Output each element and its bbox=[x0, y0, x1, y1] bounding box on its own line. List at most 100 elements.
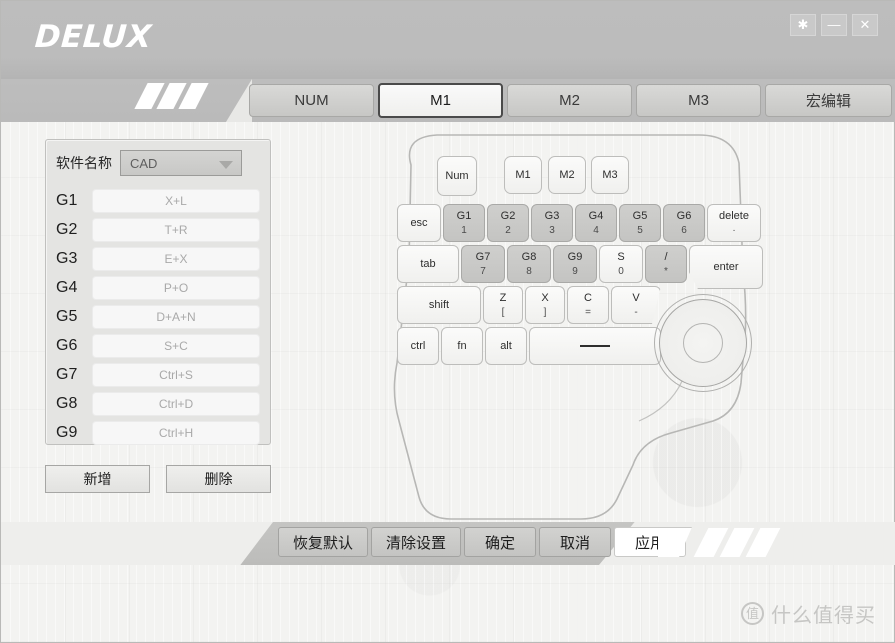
device-key-label: G4 bbox=[588, 209, 604, 222]
footer-wedge-left bbox=[1, 522, 273, 565]
cancel-button[interactable]: 取消 bbox=[539, 527, 612, 557]
device-key-sublabel: = bbox=[585, 306, 591, 318]
device-key-m2[interactable]: M2 bbox=[548, 156, 586, 194]
binding-key-g8: G8 bbox=[56, 395, 78, 412]
device-key-sublabel: [ bbox=[501, 306, 505, 318]
device-key-g3[interactable]: G3 3 bbox=[531, 204, 573, 242]
binding-row-g2: G2 T+R bbox=[56, 218, 260, 242]
device-key-label: G6 bbox=[676, 209, 692, 222]
restore-defaults-button[interactable]: 恢复默认 bbox=[278, 527, 369, 557]
device-key-sublabel: 1 bbox=[461, 224, 467, 236]
binding-key-g3: G3 bbox=[56, 250, 78, 267]
device-key-label: V bbox=[632, 291, 640, 304]
watermark: 值 什么值得买 bbox=[741, 599, 876, 628]
device-key-label: tab bbox=[420, 257, 436, 270]
binding-value-g1[interactable]: X+L bbox=[92, 189, 260, 213]
device-key-sublabel: - bbox=[634, 306, 638, 318]
device-key-label: esc bbox=[410, 216, 428, 229]
device-key-label: X bbox=[541, 291, 549, 304]
clear-settings-button[interactable]: 清除设置 bbox=[371, 527, 462, 557]
window-controls: ✱ — ✕ bbox=[790, 14, 878, 36]
device-key-g4[interactable]: G4 4 bbox=[575, 204, 617, 242]
device-key-delete[interactable]: delete · bbox=[707, 204, 761, 242]
software-select-row: 软件名称 CAD bbox=[56, 150, 242, 176]
device-key-label: G7 bbox=[475, 250, 491, 263]
device-key-m3[interactable]: M3 bbox=[591, 156, 629, 194]
delete-button[interactable]: 删除 bbox=[166, 465, 271, 493]
device-key-x[interactable]: X ] bbox=[525, 286, 565, 324]
device-key-enter[interactable]: enter bbox=[689, 245, 763, 289]
tab-macro-editor[interactable]: 宏编辑 bbox=[765, 84, 892, 117]
binding-value-g6[interactable]: S+C bbox=[92, 334, 260, 358]
device-key-label: G3 bbox=[544, 209, 560, 222]
device-key-label: enter bbox=[713, 261, 739, 273]
footer-button-group: 恢复默认 清除设置 确定 取消 应用 bbox=[278, 527, 687, 557]
binding-key-g6: G6 bbox=[56, 337, 78, 354]
device-key-slash[interactable]: / * bbox=[645, 245, 687, 283]
software-select[interactable]: CAD bbox=[120, 150, 242, 176]
device-key-alt[interactable]: alt bbox=[485, 327, 527, 365]
binding-value-g9[interactable]: Ctrl+H bbox=[92, 421, 260, 445]
device-key-g5[interactable]: G5 5 bbox=[619, 204, 661, 242]
device-key-g2[interactable]: G2 2 bbox=[487, 204, 529, 242]
device-key-g8[interactable]: G8 8 bbox=[507, 245, 551, 283]
tab-m3[interactable]: M3 bbox=[636, 84, 761, 117]
tab-m1[interactable]: M1 bbox=[378, 83, 503, 118]
binding-row-g4: G4 P+O bbox=[56, 276, 260, 300]
device-key-sublabel: 4 bbox=[593, 224, 599, 236]
binding-row-g9: G9 Ctrl+H bbox=[56, 421, 260, 445]
binding-value-g7[interactable]: Ctrl+S bbox=[92, 363, 260, 387]
device-key-label: delete bbox=[719, 209, 749, 222]
delux-logo: DELUX bbox=[33, 19, 153, 55]
device-key-z[interactable]: Z [ bbox=[483, 286, 523, 324]
device-key-sublabel: ] bbox=[543, 306, 547, 318]
tab-m2[interactable]: M2 bbox=[507, 84, 632, 117]
confirm-button[interactable]: 确定 bbox=[464, 527, 537, 557]
software-select-value: CAD bbox=[130, 155, 158, 171]
software-name-label: 软件名称 bbox=[56, 155, 112, 171]
device-key-sublabel: · bbox=[732, 224, 736, 236]
device-key-sublabel: 5 bbox=[637, 224, 643, 236]
device-key-esc[interactable]: esc bbox=[397, 204, 441, 242]
settings-icon[interactable]: ✱ bbox=[790, 14, 816, 36]
binding-key-g1: G1 bbox=[56, 192, 78, 209]
device-key-ctrl[interactable]: ctrl bbox=[397, 327, 439, 365]
binding-row-g7: G7 Ctrl+S bbox=[56, 363, 260, 387]
close-icon[interactable]: ✕ bbox=[852, 14, 878, 36]
watermark-text: 什么值得买 bbox=[771, 605, 876, 627]
device-key-g1[interactable]: G1 1 bbox=[443, 204, 485, 242]
device-key-tab[interactable]: tab bbox=[397, 245, 459, 283]
binding-row-g1: G1 X+L bbox=[56, 189, 260, 213]
tab-num[interactable]: NUM bbox=[249, 84, 374, 117]
device-key-num[interactable]: Num bbox=[437, 156, 477, 196]
device-key-label: C bbox=[584, 291, 592, 304]
device-key-sublabel: 9 bbox=[572, 265, 578, 277]
device-key-sublabel: 3 bbox=[549, 224, 555, 236]
binding-value-g5[interactable]: D+A+N bbox=[92, 305, 260, 329]
device-key-c[interactable]: C = bbox=[567, 286, 609, 324]
window-header: DELUX ✱ — ✕ bbox=[1, 1, 895, 79]
device-key-shift[interactable]: shift bbox=[397, 286, 481, 324]
add-button[interactable]: 新增 bbox=[45, 465, 150, 493]
device-key-label: M3 bbox=[602, 168, 618, 181]
device-key-fn[interactable]: fn bbox=[441, 327, 483, 365]
device-key-g9[interactable]: G9 9 bbox=[553, 245, 597, 283]
device-key-s0[interactable]: S 0 bbox=[599, 245, 643, 283]
device-key-label: S bbox=[617, 250, 625, 263]
binding-value-g3[interactable]: E+X bbox=[92, 247, 260, 271]
binding-value-g8[interactable]: Ctrl+D bbox=[92, 392, 260, 416]
delux-config-window: DELUX ✱ — ✕ NUM M1 M2 M3 宏编辑 软件名称 CAD G1… bbox=[0, 0, 895, 643]
binding-key-g5: G5 bbox=[56, 308, 78, 325]
device-key-g7[interactable]: G7 7 bbox=[461, 245, 505, 283]
device-key-g6[interactable]: G6 6 bbox=[663, 204, 705, 242]
binding-key-g9: G9 bbox=[56, 424, 78, 441]
minimize-icon[interactable]: — bbox=[821, 14, 847, 36]
device-key-label: G8 bbox=[521, 250, 537, 263]
device-key-space[interactable] bbox=[529, 327, 661, 365]
binding-value-g2[interactable]: T+R bbox=[92, 218, 260, 242]
device-key-m1[interactable]: M1 bbox=[504, 156, 542, 194]
device-key-label: M1 bbox=[515, 168, 531, 181]
binding-value-g4[interactable]: P+O bbox=[92, 276, 260, 300]
scroll-wheel[interactable] bbox=[659, 299, 747, 387]
device-key-label: alt bbox=[500, 339, 512, 352]
